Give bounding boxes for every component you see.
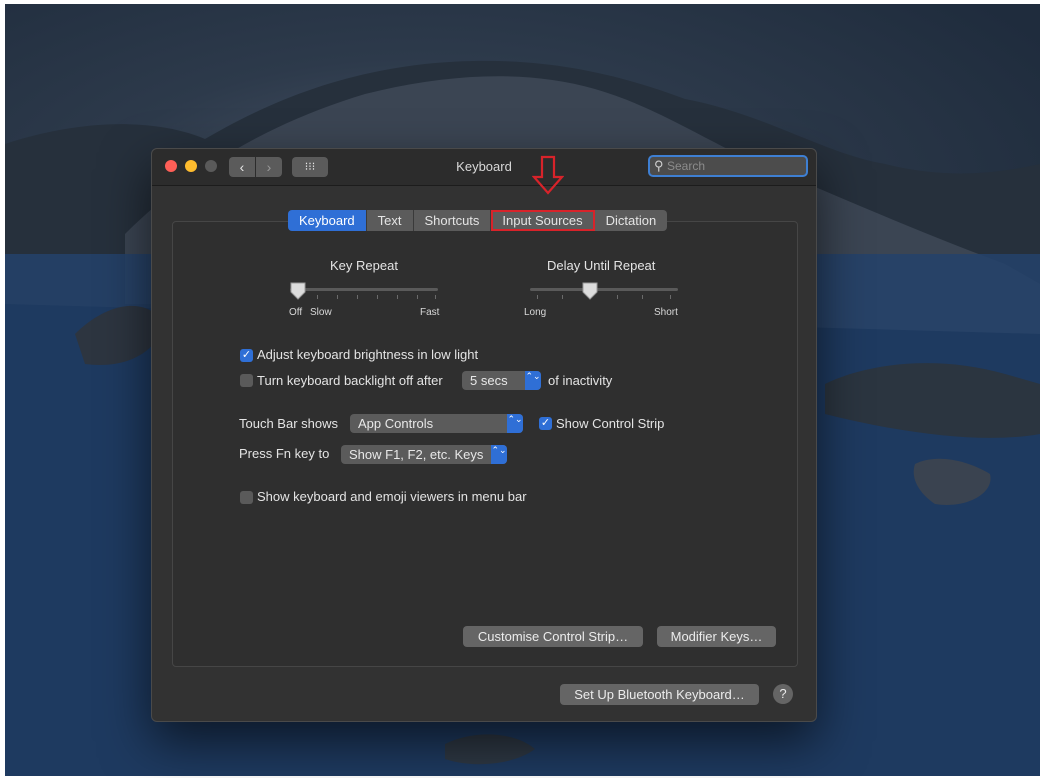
slider-tick — [417, 295, 418, 299]
keyboard-preferences-window: ‹ › ⁝⁝⁝ Keyboard ⚲ Keyboard Text Shortcu… — [151, 148, 817, 722]
slider-knob[interactable] — [290, 282, 306, 300]
backlight-duration-value: 5 secs — [470, 373, 508, 388]
slider-tick — [617, 295, 618, 299]
key-repeat-slow-label: Slow — [310, 307, 332, 318]
touch-bar-label: Touch Bar shows — [239, 416, 338, 431]
slider-tick — [642, 295, 643, 299]
slider-track — [530, 288, 678, 291]
annotation-arrow-down-icon — [532, 155, 564, 195]
fn-key-popup[interactable]: Show F1, F2, etc. Keys ⌃⌄ — [341, 445, 507, 464]
stepper-icon: ⌃⌄ — [507, 414, 523, 433]
viewers-checkbox[interactable] — [240, 491, 253, 504]
slider-tick — [357, 295, 358, 299]
tab-bar: Keyboard Text Shortcuts Input Sources Di… — [288, 210, 668, 231]
key-repeat-title: Key Repeat — [330, 258, 398, 273]
customise-control-strip-button[interactable]: Customise Control Strip… — [463, 626, 643, 647]
question-mark-icon: ? — [779, 686, 787, 701]
backlight-suffix-label: of inactivity — [548, 373, 613, 388]
delay-until-repeat-title: Delay Until Repeat — [547, 258, 656, 273]
slider-tick — [337, 295, 338, 299]
stepper-icon: ⌃⌄ — [491, 445, 507, 464]
search-input[interactable] — [667, 158, 803, 174]
control-strip-label: Show Control Strip — [556, 416, 665, 431]
stepper-icon: ⌃⌄ — [525, 371, 541, 390]
slider-tick — [377, 295, 378, 299]
settings-panel — [172, 221, 798, 667]
delay-long-label: Long — [524, 307, 547, 318]
touch-bar-value: App Controls — [358, 416, 434, 431]
delay-short-label: Short — [654, 307, 678, 318]
tab-input-sources[interactable]: Input Sources — [491, 210, 595, 231]
slider-tick — [537, 295, 538, 299]
brightness-checkbox[interactable]: ✓ — [240, 349, 253, 362]
brightness-label: Adjust keyboard brightness in low light — [257, 347, 479, 362]
key-repeat-fast-label: Fast — [420, 307, 440, 318]
slider-tick — [317, 295, 318, 299]
control-strip-checkbox[interactable]: ✓ — [539, 417, 552, 430]
slider-tick — [435, 295, 436, 299]
help-button[interactable]: ? — [773, 684, 793, 704]
key-repeat-off-label: Off — [289, 307, 303, 318]
backlight-duration-popup[interactable]: 5 secs ⌃⌄ — [462, 371, 541, 390]
slider-tick — [397, 295, 398, 299]
viewers-label: Show keyboard and emoji viewers in menu … — [257, 489, 527, 504]
backlight-label: Turn keyboard backlight off after — [257, 373, 443, 388]
bluetooth-keyboard-button[interactable]: Set Up Bluetooth Keyboard… — [560, 684, 759, 705]
modifier-keys-button[interactable]: Modifier Keys… — [657, 626, 776, 647]
slider-knob[interactable] — [582, 282, 598, 300]
checkmark-icon: ✓ — [540, 417, 551, 429]
title-bar: ‹ › ⁝⁝⁝ Keyboard ⚲ — [152, 149, 816, 186]
tab-shortcuts[interactable]: Shortcuts — [413, 210, 492, 231]
search-field[interactable]: ⚲ — [648, 155, 808, 177]
backlight-checkbox[interactable] — [240, 374, 253, 387]
touch-bar-popup[interactable]: App Controls ⌃⌄ — [350, 414, 523, 433]
search-icon: ⚲ — [654, 158, 664, 173]
tab-keyboard[interactable]: Keyboard — [288, 210, 367, 231]
slider-tick — [562, 295, 563, 299]
tab-dictation[interactable]: Dictation — [594, 210, 668, 231]
tab-text[interactable]: Text — [366, 210, 414, 231]
checkmark-icon: ✓ — [241, 349, 252, 361]
slider-tick — [670, 295, 671, 299]
fn-key-label: Press Fn key to — [239, 446, 330, 461]
slider-track — [290, 288, 438, 291]
fn-key-value: Show F1, F2, etc. Keys — [349, 447, 484, 462]
